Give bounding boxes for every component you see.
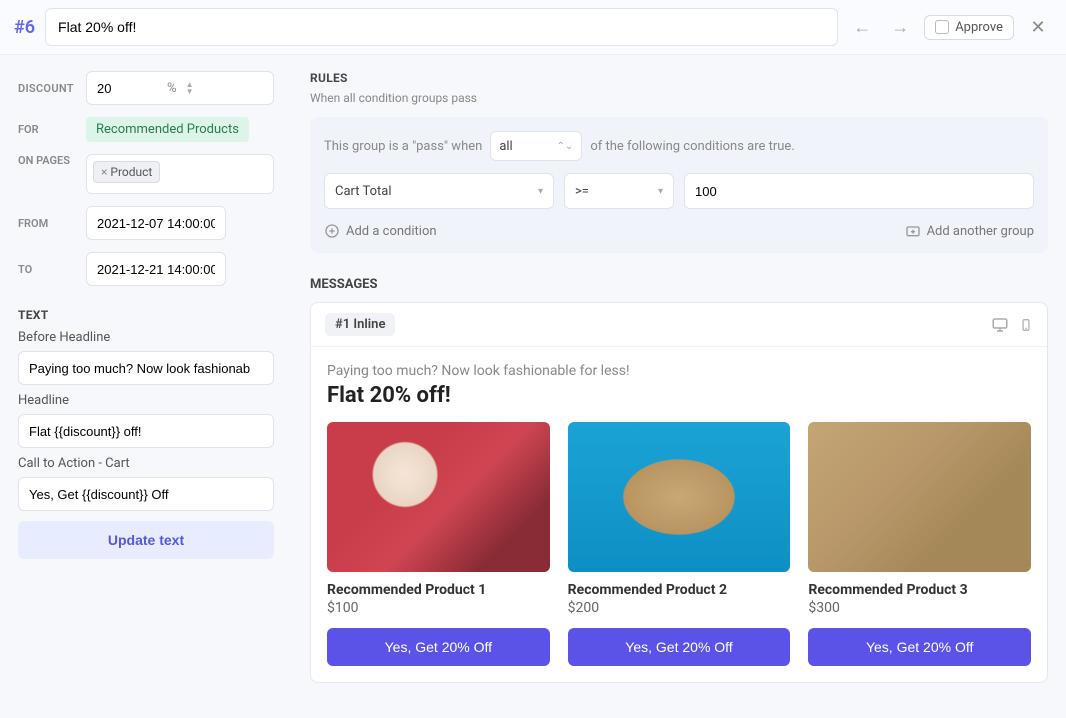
discount-unit: % — [167, 81, 177, 96]
rules-group: This group is a "pass" when all ⌃⌄ of th… — [310, 117, 1048, 253]
next-arrow-icon[interactable]: → — [886, 13, 914, 41]
approve-toggle[interactable]: Approve — [924, 15, 1014, 40]
product-cta-button[interactable]: Yes, Get 20% Off — [327, 628, 550, 666]
product-name: Recommended Product 3 — [808, 582, 1031, 598]
approve-checkbox-icon[interactable] — [935, 20, 949, 34]
condition-operator-select[interactable]: >= ▾ — [564, 173, 674, 209]
close-icon[interactable]: ✕ — [1024, 13, 1052, 41]
cta-input[interactable] — [18, 477, 274, 511]
rules-subtitle: When all condition groups pass — [310, 91, 1048, 105]
group-mode-select[interactable]: all ⌃⌄ — [490, 131, 582, 161]
condition-field-value: Cart Total — [335, 184, 392, 199]
headline-label: Headline — [18, 393, 274, 408]
for-label: FOR — [18, 123, 86, 136]
add-condition-button[interactable]: Add a condition — [324, 223, 437, 239]
add-group-label: Add another group — [927, 224, 1034, 239]
group-mode-value: all — [499, 139, 512, 154]
product-image — [808, 422, 1031, 572]
from-label: FROM — [18, 217, 86, 230]
to-date-input[interactable] — [86, 252, 226, 286]
chevron-down-icon: ▾ — [538, 186, 543, 197]
campaign-id: #6 — [14, 17, 35, 38]
folder-plus-icon — [905, 223, 921, 239]
group-text-pre: This group is a "pass" when — [324, 139, 482, 154]
cta-label: Call to Action - Cart — [18, 456, 274, 471]
desktop-icon[interactable] — [991, 316, 1009, 334]
product-card: Recommended Product 3 $300 Yes, Get 20% … — [808, 422, 1031, 666]
before-headline-input[interactable] — [18, 351, 274, 385]
product-price: $300 — [808, 600, 1031, 616]
plus-circle-icon — [324, 223, 340, 239]
discount-input-wrap[interactable]: % ▲▼ — [86, 71, 274, 105]
chevron-updown-icon: ⌃⌄ — [557, 141, 574, 152]
condition-operator-value: >= — [575, 184, 589, 199]
rules-title: RULES — [310, 71, 1048, 85]
discount-label: DISCOUNT — [18, 82, 86, 95]
to-label: TO — [18, 263, 86, 276]
product-cta-button[interactable]: Yes, Get 20% Off — [808, 628, 1031, 666]
page-chip-product[interactable]: ×Product — [93, 161, 160, 183]
product-card: Recommended Product 2 $200 Yes, Get 20% … — [568, 422, 791, 666]
discount-stepper[interactable]: ▲▼ — [181, 81, 199, 95]
chevron-down-icon: ▾ — [658, 186, 663, 197]
headline-input[interactable] — [18, 414, 274, 448]
pages-chipbox[interactable]: ×Product — [86, 154, 274, 194]
before-headline-label: Before Headline — [18, 330, 274, 345]
preview-pre-headline: Paying too much? Now look fashionable fo… — [327, 363, 1031, 379]
campaign-title-input[interactable] — [45, 8, 838, 46]
product-price: $200 — [568, 600, 791, 616]
discount-value-input[interactable] — [97, 81, 167, 96]
add-group-button[interactable]: Add another group — [905, 223, 1034, 239]
product-card: Recommended Product 1 $100 Yes, Get 20% … — [327, 422, 550, 666]
mobile-icon[interactable] — [1019, 316, 1033, 334]
page-chip-label: Product — [110, 165, 152, 179]
product-image — [568, 422, 791, 572]
product-image — [327, 422, 550, 572]
product-name: Recommended Product 2 — [568, 582, 791, 598]
condition-value-input[interactable] — [684, 173, 1034, 209]
add-condition-label: Add a condition — [346, 224, 437, 239]
prev-arrow-icon[interactable]: ← — [848, 13, 876, 41]
message-card: #1 Inline Paying too much? Now look fash… — [310, 302, 1048, 683]
product-cta-button[interactable]: Yes, Get 20% Off — [568, 628, 791, 666]
messages-title: MESSAGES — [310, 277, 1048, 292]
for-tag[interactable]: Recommended Products — [86, 117, 249, 142]
product-price: $100 — [327, 600, 550, 616]
condition-field-select[interactable]: Cart Total ▾ — [324, 173, 554, 209]
update-text-button[interactable]: Update text — [18, 521, 274, 559]
preview-headline: Flat 20% off! — [327, 383, 1031, 408]
product-name: Recommended Product 1 — [327, 582, 550, 598]
approve-label: Approve — [955, 20, 1003, 35]
chip-remove-icon[interactable]: × — [101, 165, 107, 179]
message-tag[interactable]: #1 Inline — [325, 313, 395, 336]
pages-label: ON PAGES — [18, 154, 86, 168]
text-section-label: TEXT — [18, 308, 274, 322]
group-text-post: of the following conditions are true. — [590, 139, 794, 154]
from-date-input[interactable] — [86, 206, 226, 240]
